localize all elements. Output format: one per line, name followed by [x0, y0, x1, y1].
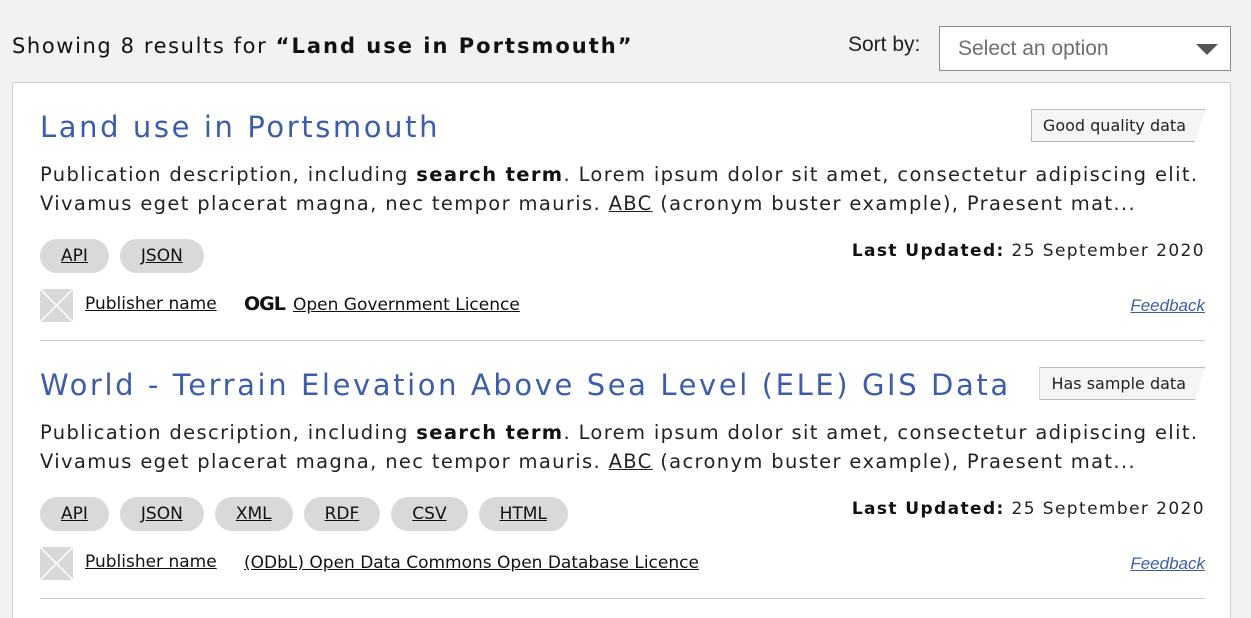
publisher-row: Publisher name OGL Open Government Licen… [40, 288, 1205, 324]
results-count-prefix: Showing 8 results for [12, 34, 276, 58]
last-updated-value: 25 September 2020 [1004, 499, 1205, 519]
sort-label: Sort by: [848, 33, 921, 56]
results-list: Land use in Portsmouth Good quality data… [12, 82, 1231, 618]
sort-select-placeholder: Select an option [958, 37, 1109, 60]
format-tag-rdf[interactable]: RDF [303, 497, 381, 531]
result-card: World - Terrain Elevation Above Sea Leve… [40, 341, 1205, 599]
last-updated-label: Last Updated: [851, 241, 1005, 261]
publisher-link[interactable]: Publisher name [85, 552, 217, 572]
feedback-link[interactable]: Feedback [1130, 554, 1205, 574]
results-header: Showing 8 results for “Land use in Ports… [0, 0, 1251, 80]
result-title-link[interactable]: Land use in Portsmouth [40, 110, 440, 144]
result-card: Land use in Portsmouth Good quality data… [40, 83, 1205, 341]
format-tag-html[interactable]: HTML [478, 497, 568, 531]
image-placeholder-icon [40, 289, 73, 322]
description-text: (acronym buster example), Praesent mat..… [652, 450, 1137, 473]
licence-link[interactable]: Open Government Licence [293, 295, 520, 315]
ogl-logo-icon: OGL [244, 293, 286, 315]
chevron-down-icon [1196, 44, 1218, 55]
publisher-link[interactable]: Publisher name [85, 294, 217, 314]
result-description: Publication description, including searc… [40, 160, 1205, 218]
quality-badge: Good quality data [1031, 109, 1205, 142]
results-count: Showing 8 results for “Land use in Ports… [12, 34, 634, 58]
licence-link[interactable]: (ODbL) Open Data Commons Open Database L… [244, 553, 699, 573]
sort-select[interactable]: Select an option [939, 26, 1231, 71]
description-search-term: search term [416, 163, 564, 186]
format-tags: API JSON XML RDF CSV HTML [40, 497, 568, 531]
acronym-link[interactable]: ABC [609, 450, 653, 473]
result-description: Publication description, including searc… [40, 418, 1205, 476]
description-text: (acronym buster example), Praesent mat..… [652, 192, 1137, 215]
last-updated: Last Updated: 25 September 2020 [852, 499, 1205, 519]
quality-badge: Has sample data [1039, 367, 1205, 400]
acronym-link[interactable]: ABC [609, 192, 653, 215]
description-search-term: search term [416, 421, 564, 444]
format-tags: API JSON [40, 239, 204, 273]
format-tag-api[interactable]: API [40, 497, 109, 531]
feedback-link[interactable]: Feedback [1130, 296, 1205, 316]
last-updated-label: Last Updated: [851, 499, 1005, 519]
image-placeholder-icon [40, 547, 73, 580]
format-tag-csv[interactable]: CSV [391, 497, 468, 531]
format-tag-json[interactable]: JSON [119, 239, 204, 273]
last-updated: Last Updated: 25 September 2020 [852, 241, 1205, 261]
format-tag-xml[interactable]: XML [214, 497, 293, 531]
description-text: Publication description, including [40, 421, 417, 444]
result-title-link[interactable]: World - Terrain Elevation Above Sea Leve… [40, 368, 1011, 402]
description-text: Publication description, including [40, 163, 417, 186]
search-term: “Land use in Portsmouth” [275, 34, 634, 58]
last-updated-value: 25 September 2020 [1004, 241, 1205, 261]
publisher-row: Publisher name (ODbL) Open Data Commons … [40, 546, 1205, 582]
format-tag-api[interactable]: API [40, 239, 109, 273]
format-tag-json[interactable]: JSON [119, 497, 204, 531]
